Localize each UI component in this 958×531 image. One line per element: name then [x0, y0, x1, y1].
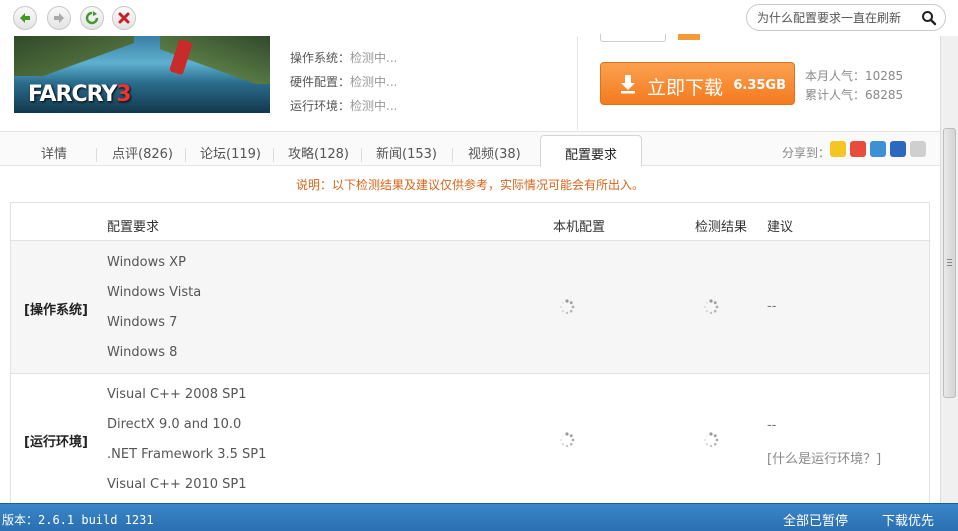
requirements-table: 配置要求 本机配置 检测结果 建议 [操作系统] Windows XP Wind… [10, 202, 930, 513]
loading-spinner-icon [560, 432, 575, 448]
tab-divider [96, 148, 97, 162]
total-label: 累计人气： [805, 88, 866, 102]
status-bar: 版本：2.6.1 build 1231 全部已暂停 下载优先 [0, 503, 958, 531]
cover-logo-number: 3 [116, 82, 131, 107]
tab-videos[interactable]: 视频(38) [468, 143, 521, 162]
tab-divider [273, 148, 274, 162]
game-header: FARCRY3 操作系统：检测中... 硬件配置：检测中... 运行环境：检测中… [0, 34, 940, 131]
requirement-item: Windows 8 [107, 345, 178, 360]
tab-forum[interactable]: 论坛(119) [200, 143, 261, 162]
vertical-scrollbar[interactable] [940, 36, 958, 503]
loading-spinner-icon [704, 432, 719, 448]
requirement-item: DirectX 9.0 and 10.0 [107, 417, 242, 432]
info-hardware-label: 硬件配置： [290, 75, 351, 89]
tencent-weibo-share-icon[interactable] [870, 141, 886, 157]
partial-badge [678, 34, 700, 40]
pause-all-button[interactable]: 全部已暂停 [783, 510, 848, 529]
scrollbar-grip [947, 262, 952, 263]
share-label: 分享到： [782, 146, 831, 160]
search-box [746, 4, 946, 31]
info-os: 操作系统：检测中... [290, 49, 397, 66]
more-share-icon[interactable] [910, 141, 926, 157]
header-local-config: 本机配置 [553, 220, 606, 235]
browser-toolbar [0, 0, 958, 36]
info-os-label: 操作系统： [290, 51, 351, 65]
header-requirement: 配置要求 [107, 220, 160, 235]
row-category: [运行环境] [24, 435, 88, 450]
tab-divider [361, 148, 362, 162]
requirement-item: Visual C++ 2008 SP1 [107, 387, 247, 402]
notice-text: 说明：以下检测结果及建议仅供参考，实际情况可能会有所出入。 [295, 178, 644, 192]
requirement-item: Windows 7 [107, 315, 178, 330]
tab-news[interactable]: 新闻(153) [376, 143, 437, 162]
monthly-label: 本月人气： [805, 69, 866, 83]
search-input[interactable] [757, 10, 917, 26]
download-label: 立即下载 [647, 77, 724, 99]
scrollbar-grip [947, 259, 952, 260]
cover-logo: FARCRY3 [28, 82, 132, 107]
stop-button[interactable] [112, 6, 136, 30]
forward-button[interactable] [47, 6, 71, 30]
renren-share-icon[interactable] [890, 141, 906, 157]
header-advice: 建议 [767, 220, 794, 235]
back-button[interactable] [13, 6, 37, 30]
version-text: 版本：2.6.1 build 1231 [2, 513, 154, 527]
close-icon [118, 12, 130, 24]
requirement-item: Visual C++ 2010 SP1 [107, 477, 247, 492]
search-icon[interactable] [921, 10, 937, 26]
info-runtime-label: 运行环境： [290, 99, 351, 113]
tab-requirements[interactable]: 配置要求 [540, 135, 642, 167]
cover-logo-text: FARCRY [28, 82, 117, 107]
advice-value: -- [767, 299, 777, 314]
requirement-item: .NET Framework 3.5 SP1 [107, 447, 267, 462]
info-runtime-value: 检测中... [350, 99, 398, 113]
scrollbar-grip [947, 265, 952, 266]
tab-divider [185, 148, 186, 162]
qzone-share-icon[interactable] [830, 141, 846, 157]
row-category: [操作系统] [24, 303, 88, 318]
info-hardware-value: 检测中... [350, 75, 398, 89]
download-button[interactable]: 立即下载 6.35GB [600, 62, 795, 105]
info-os-value: 检测中... [350, 51, 398, 65]
total-popularity: 累计人气：68285 [805, 86, 903, 103]
scrollbar-thumb[interactable] [943, 128, 956, 398]
advice-value: -- [767, 418, 777, 433]
loading-spinner-icon [560, 299, 575, 315]
what-is-runtime-link[interactable]: [什么是运行环境？] [767, 448, 881, 467]
loading-spinner-icon [704, 299, 719, 315]
back-arrow-icon [20, 13, 30, 23]
tab-guides[interactable]: 攻略(128) [288, 143, 349, 162]
monthly-popularity: 本月人气：10285 [805, 67, 903, 84]
requirement-item: Windows Vista [107, 285, 202, 300]
tab-bar: 详情 点评(826) 论坛(119) 攻略(128) 新闻(153) 视频(38… [0, 131, 940, 167]
download-icon [621, 75, 635, 94]
refresh-button[interactable] [80, 6, 104, 30]
total-value: 68285 [865, 88, 904, 102]
info-hardware: 硬件配置：检测中... [290, 73, 397, 90]
table-row: [操作系统] Windows XP Windows Vista Windows … [11, 241, 929, 374]
monthly-value: 10285 [865, 69, 904, 83]
table-row: [运行环境] Visual C++ 2008 SP1 DirectX 9.0 a… [11, 374, 929, 513]
table-header: 配置要求 本机配置 检测结果 建议 [11, 203, 929, 241]
cover-rock-left [14, 36, 134, 76]
tab-details[interactable]: 详情 [41, 143, 67, 162]
info-runtime: 运行环境：检测中... [290, 97, 397, 114]
requirement-item: Windows XP [107, 255, 186, 270]
refresh-icon [85, 11, 99, 25]
download-priority-button[interactable]: 下载优先 [882, 510, 934, 529]
game-cover-image: FARCRY3 [14, 36, 270, 113]
weibo-share-icon[interactable] [850, 141, 866, 157]
partial-button[interactable] [600, 34, 666, 42]
tab-reviews[interactable]: 点评(826) [112, 143, 173, 162]
tab-divider [452, 148, 453, 162]
forward-arrow-icon [54, 13, 64, 23]
header-result: 检测结果 [695, 220, 748, 235]
download-size: 6.35GB [733, 78, 786, 93]
divider [577, 36, 578, 130]
